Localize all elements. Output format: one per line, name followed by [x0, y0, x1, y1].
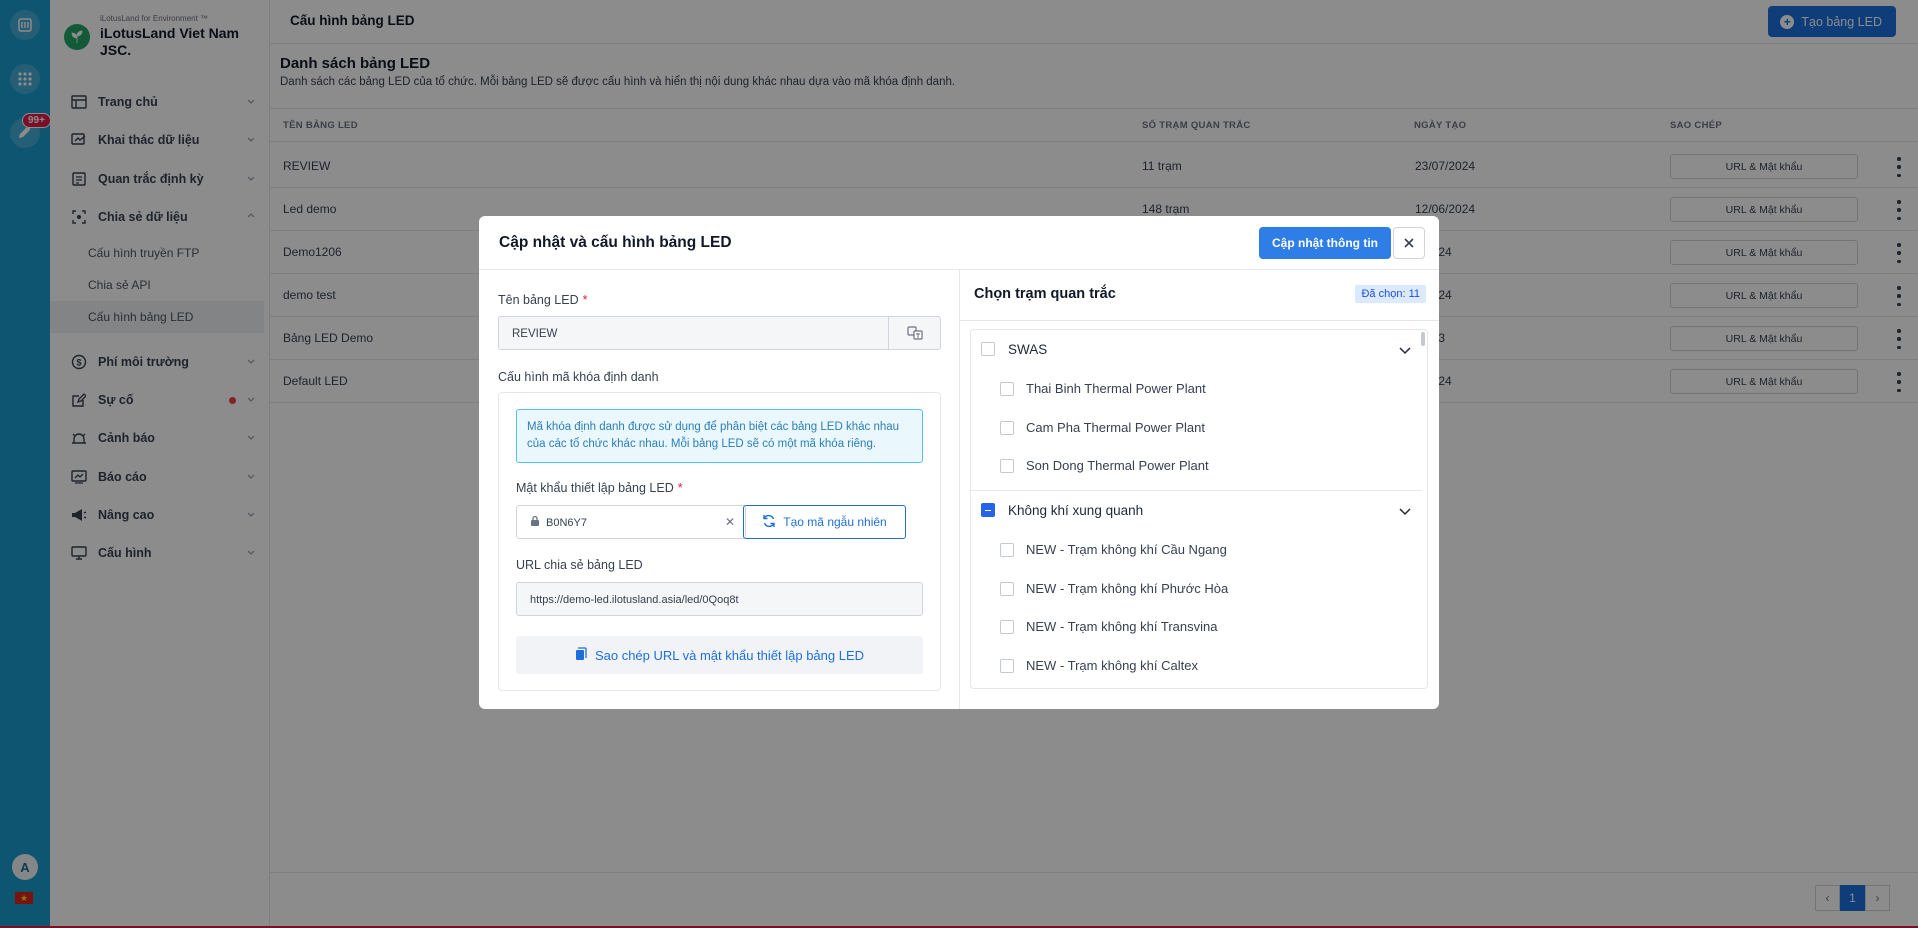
required-mark: *	[582, 293, 588, 307]
chevron-down-icon[interactable]	[1398, 343, 1412, 360]
share-url-label: URL chia sẻ bảng LED	[516, 558, 643, 572]
station-name: Son Dong Thermal Power Plant	[1026, 458, 1209, 473]
station-checkbox[interactable]	[1000, 421, 1014, 435]
station-group-ambient-air[interactable]: Không khí xung quanh	[971, 491, 1422, 531]
generate-random-label: Tạo mã ngẫu nhiên	[783, 515, 887, 529]
led-name-label-text: Tên bảng LED	[498, 293, 579, 307]
station-name: NEW - Trạm không khí Caltex	[1026, 658, 1198, 673]
group-name: Không khí xung quanh	[1008, 503, 1144, 518]
key-config-label: Cấu hình mã khóa định danh	[498, 370, 659, 384]
required-mark: *	[677, 481, 683, 495]
password-value: B0N6Y7	[546, 517, 587, 529]
group-name: SWAS	[1008, 342, 1048, 357]
update-led-modal: Cập nhật và cấu hình bảng LED Cập nhật t…	[479, 216, 1439, 709]
password-input[interactable]: B0N6Y7 ✕	[516, 505, 746, 539]
station-item[interactable]: NEW - Trạm không khí Cầu Ngang	[971, 531, 1422, 569]
led-config-pane: Tên bảng LED * REVIEW Cấu hình mã khóa đị…	[479, 270, 960, 709]
station-select-pane: Chọn trạm quan trắc Đã chọn: 11 SWAS Tha…	[960, 270, 1439, 709]
led-name-label: Tên bảng LED *	[498, 293, 587, 307]
station-item[interactable]: NEW - Trạm không khí Caltex	[971, 647, 1422, 685]
selected-count-badge: Đã chọn: 11	[1355, 285, 1426, 303]
scrollbar-thumb[interactable]	[1421, 332, 1425, 346]
station-name: NEW - Trạm không khí Cầu Ngang	[1026, 542, 1227, 557]
station-checkbox[interactable]	[1000, 459, 1014, 473]
generate-random-button[interactable]: Tạo mã ngẫu nhiên	[743, 505, 906, 539]
station-item[interactable]: NEW - Trạm không khí Transvina	[971, 608, 1422, 646]
station-checkbox[interactable]	[1000, 659, 1014, 673]
station-group-swas[interactable]: SWAS	[971, 330, 1422, 370]
update-info-button[interactable]: Cập nhật thông tin	[1259, 227, 1391, 259]
share-url-input[interactable]: https://demo-led.ilotusland.asia/led/0Qo…	[516, 582, 923, 616]
station-checkbox[interactable]	[1000, 382, 1014, 396]
chevron-down-icon[interactable]	[1398, 504, 1412, 521]
station-name: NEW - Trạm không khí Transvina	[1026, 619, 1218, 634]
divider	[960, 320, 1439, 321]
password-label-text: Mật khẩu thiết lập bảng LED	[516, 481, 674, 495]
station-tree: SWAS Thai Binh Thermal Power Plant Cam P…	[970, 329, 1428, 689]
station-item[interactable]: Son Dong Thermal Power Plant	[971, 447, 1422, 485]
copy-url-password-all-button[interactable]: Sao chép URL và mật khẩu thiết lập bảng …	[516, 636, 923, 674]
refresh-icon	[762, 514, 776, 531]
station-item[interactable]: NEW - Trạm không khí Phước Hòa	[971, 570, 1422, 608]
modal-title: Cập nhật và cấu hình bảng LED	[499, 234, 732, 251]
translate-icon[interactable]	[888, 317, 940, 349]
station-checkbox[interactable]	[1000, 620, 1014, 634]
station-checkbox[interactable]	[1000, 543, 1014, 557]
copy-all-label: Sao chép URL và mật khẩu thiết lập bảng …	[594, 647, 865, 663]
share-url-value: https://demo-led.ilotusland.asia/led/0Qo…	[530, 594, 739, 606]
group-checkbox-indeterminate[interactable]	[981, 503, 995, 517]
lock-icon	[530, 515, 540, 530]
close-icon[interactable]	[1393, 227, 1425, 259]
station-select-title: Chọn trạm quan trắc	[974, 286, 1116, 302]
group-checkbox[interactable]	[981, 342, 995, 356]
station-name: Cam Pha Thermal Power Plant	[1026, 420, 1205, 435]
station-name: Thai Binh Thermal Power Plant	[1026, 381, 1206, 396]
station-item[interactable]: Thai Binh Thermal Power Plant	[971, 370, 1422, 408]
key-info-alert: Mã khóa định danh được sử dụng để phân b…	[516, 409, 923, 463]
led-name-value: REVIEW	[512, 328, 558, 340]
password-label: Mật khẩu thiết lập bảng LED *	[516, 481, 683, 495]
modal-header: Cập nhật và cấu hình bảng LED Cập nhật t…	[479, 216, 1439, 270]
key-config-box: Mã khóa định danh được sử dụng để phân b…	[498, 392, 941, 691]
led-name-input[interactable]: REVIEW	[498, 316, 941, 350]
station-item[interactable]: Cam Pha Thermal Power Plant	[971, 409, 1422, 447]
clear-icon[interactable]: ✕	[725, 515, 735, 529]
copy-icon	[575, 646, 587, 664]
station-checkbox[interactable]	[1000, 582, 1014, 596]
station-name: NEW - Trạm không khí Phước Hòa	[1026, 581, 1229, 596]
